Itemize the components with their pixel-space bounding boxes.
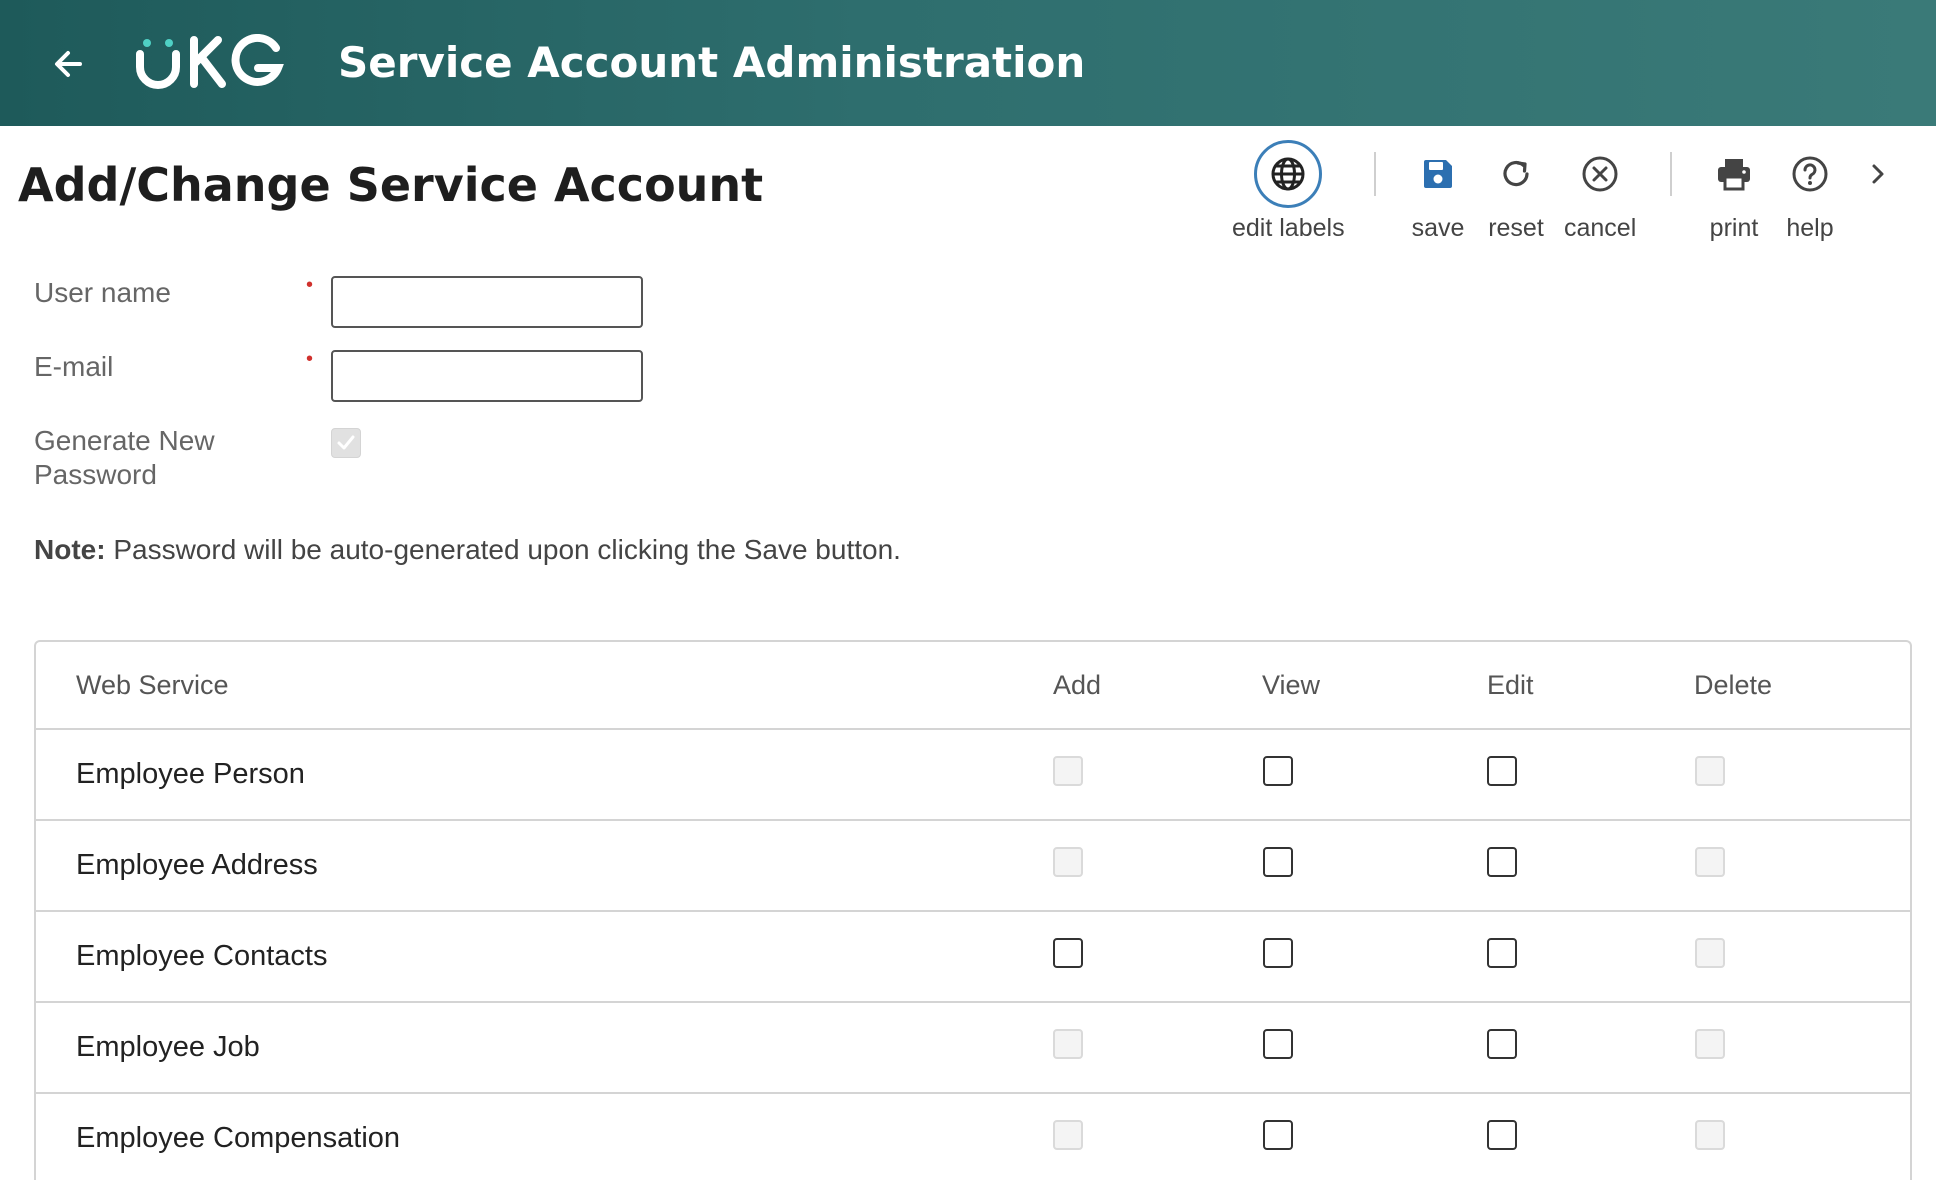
view-permission-checkbox[interactable] <box>1263 756 1293 786</box>
col-delete: Delete <box>1694 670 1773 700</box>
table-row: Employee Compensation <box>36 1094 1910 1180</box>
col-web-service: Web Service <box>76 670 229 700</box>
delete-permission-checkbox <box>1695 847 1725 877</box>
print-icon <box>1718 159 1750 191</box>
save-icon <box>1424 160 1452 188</box>
username-label: User name <box>34 277 171 308</box>
table-row: Employee Job <box>36 1003 1910 1094</box>
help-icon <box>1792 156 1828 192</box>
table-row: Employee Contacts <box>36 912 1910 1003</box>
username-input[interactable] <box>331 276 643 328</box>
web-service-name: Employee Contacts <box>76 940 328 972</box>
chevron-right-icon <box>1872 164 1884 184</box>
edit-labels-button[interactable]: edit labels <box>1232 138 1345 243</box>
arrow-left-icon <box>55 51 82 77</box>
col-view: View <box>1262 670 1321 700</box>
delete-permission-checkbox <box>1695 756 1725 786</box>
web-service-name: Employee Job <box>76 1031 260 1063</box>
table-row: Employee Person <box>36 730 1910 821</box>
view-permission-checkbox[interactable] <box>1263 1029 1293 1059</box>
required-indicator: • <box>306 348 314 370</box>
reset-icon <box>1503 160 1529 187</box>
generate-password-label-line2: Password <box>34 459 157 490</box>
delete-permission-checkbox <box>1695 1120 1725 1150</box>
edit-permission-checkbox[interactable] <box>1487 847 1517 877</box>
cancel-icon <box>1582 156 1618 192</box>
help-button[interactable]: help <box>1774 138 1846 243</box>
edit-permission-checkbox[interactable] <box>1487 756 1517 786</box>
note-text: Password will be auto-generated upon cli… <box>105 534 901 565</box>
edit-permission-checkbox[interactable] <box>1487 1120 1517 1150</box>
web-service-name: Employee Compensation <box>76 1122 401 1154</box>
grid-header: Web Service Add View Edit Delete <box>36 642 1910 730</box>
print-label: print <box>1709 214 1759 242</box>
edit-labels-label: edit labels <box>1232 214 1345 242</box>
grid-body: Employee Person Employee Address Employee … <box>36 730 1910 1180</box>
reset-button[interactable]: reset <box>1480 138 1552 243</box>
app-title: Service Account Administration <box>338 38 1086 87</box>
print-button[interactable]: print <box>1698 138 1770 243</box>
generate-password-label: Generate New Password <box>34 424 215 492</box>
back-button[interactable] <box>46 40 94 88</box>
cancel-label: cancel <box>1564 214 1637 242</box>
view-permission-checkbox[interactable] <box>1263 847 1293 877</box>
cancel-button[interactable]: cancel <box>1564 138 1636 243</box>
page-title: Add/Change Service Account <box>18 158 764 212</box>
edit-permission-checkbox[interactable] <box>1487 1029 1517 1059</box>
toolbar-divider <box>1670 152 1672 196</box>
add-permission-checkbox[interactable] <box>1053 938 1083 968</box>
generate-password-checkbox <box>331 428 361 458</box>
delete-permission-checkbox <box>1695 1029 1725 1059</box>
email-input[interactable] <box>331 350 643 402</box>
delete-permission-checkbox <box>1695 938 1725 968</box>
app-header: Service Account Administration <box>0 0 1936 126</box>
checkmark-icon <box>337 435 355 450</box>
email-label: E-mail <box>34 351 114 382</box>
reset-label: reset <box>1488 214 1544 242</box>
add-permission-checkbox <box>1053 756 1083 786</box>
globe-icon <box>1271 157 1305 191</box>
save-button[interactable]: save <box>1402 138 1474 243</box>
add-permission-checkbox <box>1053 1120 1083 1150</box>
col-add: Add <box>1053 670 1102 700</box>
required-indicator: • <box>306 274 314 296</box>
web-service-name: Employee Person <box>76 758 305 790</box>
permissions-grid: Web Service Add View Edit Delete Employe… <box>34 640 1912 1180</box>
view-permission-checkbox[interactable] <box>1263 938 1293 968</box>
col-edit: Edit <box>1487 670 1534 700</box>
action-toolbar: edit labels save reset cancel print help <box>1200 138 1920 248</box>
table-row: Employee Address <box>36 821 1910 912</box>
ukg-logo <box>136 33 286 90</box>
view-permission-checkbox[interactable] <box>1263 1120 1293 1150</box>
toolbar-divider <box>1374 152 1376 196</box>
add-permission-checkbox <box>1053 847 1083 877</box>
password-note: Note: Password will be auto-generated up… <box>34 534 901 566</box>
more-actions-button[interactable] <box>1858 138 1898 210</box>
save-label: save <box>1411 214 1465 242</box>
help-label: help <box>1786 214 1834 242</box>
add-permission-checkbox <box>1053 1029 1083 1059</box>
edit-permission-checkbox[interactable] <box>1487 938 1517 968</box>
web-service-name: Employee Address <box>76 849 318 881</box>
generate-password-label-line1: Generate New <box>34 425 215 456</box>
note-prefix: Note: <box>34 534 106 565</box>
